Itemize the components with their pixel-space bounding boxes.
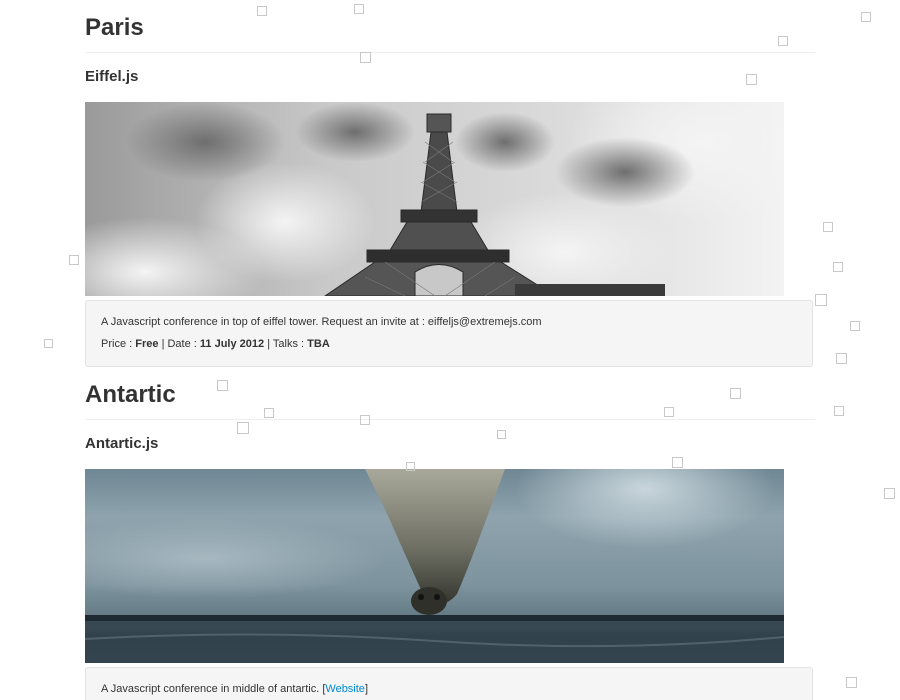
conference-title: Eiffel.js: [85, 68, 139, 85]
decorative-square: [834, 406, 844, 416]
decorative-square: [833, 262, 843, 272]
decorative-square: [44, 339, 53, 348]
decorative-square: [237, 422, 249, 434]
description-text: A Javascript conference in middle of ant…: [101, 683, 326, 695]
decorative-square: [257, 6, 267, 16]
decorative-square: [672, 457, 683, 468]
conference-info: A Javascript conference in middle of ant…: [85, 667, 813, 700]
decorative-square: [836, 353, 847, 364]
date-value: 11 July 2012: [199, 338, 265, 350]
talks-value: TBA: [307, 338, 330, 350]
section-paris: Paris Eiffel.js A Javascript conference …: [85, 0, 815, 370]
decorative-square: [360, 52, 371, 63]
decorative-square: [850, 321, 860, 331]
eiffel-tower-photo: [85, 102, 784, 296]
decorative-square: [664, 407, 674, 417]
separator: |: [161, 338, 165, 350]
divider: [85, 419, 815, 420]
date-label: Date :: [167, 338, 197, 350]
decorative-square: [69, 255, 79, 265]
seal-under-ice-photo: [85, 469, 784, 663]
decorative-square: [406, 462, 415, 471]
section-antartic: Antartic Antartic.js A Javascript confer…: [85, 367, 815, 700]
city-title: Paris: [85, 14, 144, 41]
decorative-square: [497, 430, 506, 439]
decorative-square: [823, 222, 833, 232]
conference-details: Price : Free | Date : 11 July 2012 | Tal…: [101, 333, 797, 355]
decorative-square: [354, 4, 364, 14]
decorative-square: [264, 408, 274, 418]
decorative-square: [730, 388, 741, 399]
conference-title: Antartic.js: [85, 435, 159, 452]
description-suffix: ]: [364, 683, 368, 695]
price-value: Free: [135, 338, 159, 350]
seal-under-ice-image: [85, 469, 784, 663]
decorative-square: [746, 74, 757, 85]
separator: |: [267, 338, 271, 350]
talks-label: Talks :: [272, 338, 305, 350]
conference-info: A Javascript conference in top of eiffel…: [85, 300, 813, 367]
decorative-square: [884, 488, 895, 499]
decorative-square: [815, 294, 827, 306]
price-label: Price :: [101, 338, 133, 350]
conference-description: A Javascript conference in top of eiffel…: [101, 316, 542, 328]
conference-description: A Javascript conference in middle of ant…: [101, 678, 797, 700]
decorative-square: [778, 36, 788, 46]
decorative-square: [217, 380, 228, 391]
city-title: Antartic: [85, 381, 176, 408]
website-link[interactable]: Website: [325, 683, 365, 695]
divider: [85, 52, 815, 53]
decorative-square: [360, 415, 370, 425]
page: Paris Eiffel.js A Javascript conference …: [0, 0, 900, 700]
decorative-square: [846, 677, 857, 688]
eiffel-tower-image: [85, 102, 784, 296]
decorative-square: [861, 12, 871, 22]
